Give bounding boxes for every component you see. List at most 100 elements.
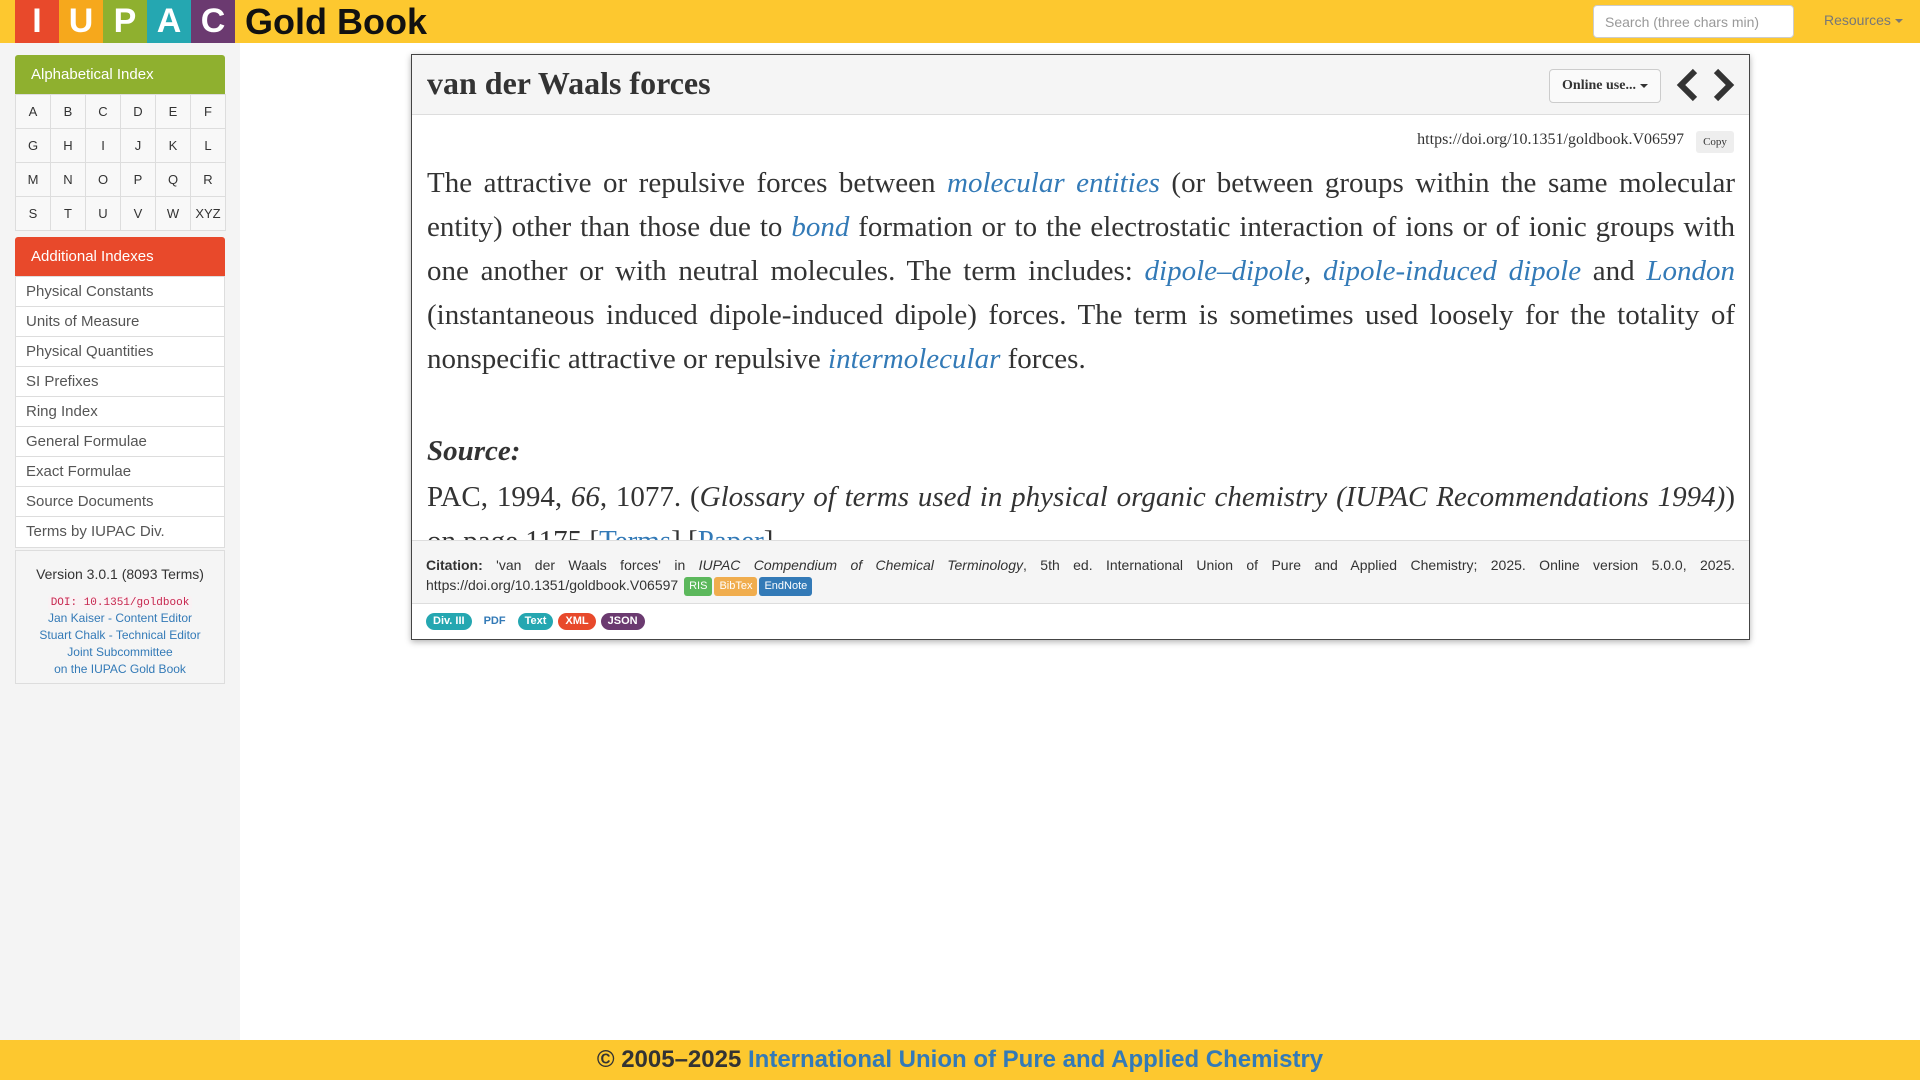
entry-header: van der Waals forces Online use... (412, 55, 1749, 115)
definition-part: , (1304, 255, 1323, 287)
endnote-button[interactable]: EndNote (759, 576, 813, 596)
citation-work: IUPAC Compendium of Chemical Terminology (698, 557, 1023, 573)
letter-button-h[interactable]: H (50, 128, 86, 163)
link-dipole-dipole[interactable]: dipole–dipole (1145, 255, 1304, 287)
index-link-physical-quantities[interactable]: Physical Quantities (16, 337, 224, 367)
logo-letter-a: A (147, 0, 191, 43)
index-link-source-documents[interactable]: Source Documents (16, 487, 224, 517)
subcommittee-link-line2[interactable]: on the IUPAC Gold Book (16, 661, 224, 678)
definition-text: The attractive or repulsive forces betwe… (427, 161, 1735, 381)
content-editor-link[interactable]: Jan Kaiser - Content Editor (16, 610, 224, 627)
search-input[interactable] (1593, 5, 1794, 38)
source-pages: , 1077. ( (599, 481, 700, 513)
letter-button-m[interactable]: M (15, 162, 51, 197)
citation-box: Citation: 'van der Waals forces' in IUPA… (412, 540, 1749, 604)
index-link-exact-formulae[interactable]: Exact Formulae (16, 457, 224, 487)
letter-button-n[interactable]: N (50, 162, 86, 197)
copy-doi-button[interactable]: Copy (1696, 131, 1734, 153)
entry-doi: https://doi.org/10.1351/goldbook.V06597 (1417, 131, 1684, 148)
index-link-physical-constants[interactable]: Physical Constants (16, 277, 224, 307)
version-title: Version 3.0.1 (8093 Terms) (36, 566, 204, 582)
link-molecular-entities[interactable]: molecular entities (947, 167, 1160, 199)
format-badges: Div. III PDF Text XML JSON (426, 613, 645, 630)
resources-label: Resources (1824, 12, 1891, 28)
citation-pre: 'van der Waals forces' in (482, 557, 699, 573)
online-use-dropdown[interactable]: Online use... (1549, 69, 1661, 103)
letter-button-w[interactable]: W (155, 196, 191, 231)
link-bond[interactable]: bond (791, 211, 849, 243)
logo-letter-c: C (191, 0, 235, 43)
source-document-title: Glossary of terms used in physical organ… (699, 481, 1726, 513)
letter-button-s[interactable]: S (15, 196, 51, 231)
letter-button-e[interactable]: E (155, 94, 191, 129)
entry-panel: van der Waals forces Online use... https… (411, 54, 1750, 640)
footer-copyright: © 2005–2025 (596, 1046, 748, 1073)
iupac-logo[interactable]: I U P A C (15, 0, 235, 43)
alphabetical-index-heading[interactable]: Alphabetical Index (15, 55, 225, 94)
definition-part: and (1581, 255, 1647, 287)
online-use-label: Online use... (1562, 78, 1636, 93)
letter-button-a[interactable]: A (15, 94, 51, 129)
link-intermolecular[interactable]: intermolecular (828, 343, 1000, 375)
caret-down-icon (1639, 84, 1648, 88)
badge-div-iii[interactable]: Div. III (426, 613, 472, 630)
subcommittee-link[interactable]: Joint Subcommittee (16, 644, 224, 661)
letter-button-g[interactable]: G (15, 128, 51, 163)
resources-dropdown[interactable]: Resources (1824, 0, 1903, 40)
letter-button-f[interactable]: F (190, 94, 226, 129)
letter-button-t[interactable]: T (50, 196, 86, 231)
link-london[interactable]: London (1646, 255, 1735, 287)
alphabet-row: ABCDEF (15, 94, 226, 129)
logo-letter-i: I (15, 0, 59, 43)
alphabet-row: GHIJKL (15, 128, 226, 163)
alphabet-grid: A B C D E F G H I J K L M N O P Q R S T U V W XYZ (15, 94, 226, 231)
chevron-right-icon[interactable] (1708, 65, 1738, 105)
logo-letter-p: P (103, 0, 147, 43)
letter-button-r[interactable]: R (190, 162, 226, 197)
letter-button-l[interactable]: L (190, 128, 226, 163)
source-volume: 66 (570, 481, 600, 513)
additional-indexes-list: Physical Constants Units of Measure Physic… (15, 276, 225, 548)
alphabet-row: MNOPQR (15, 162, 226, 197)
bibtex-button[interactable]: BibTex (714, 576, 758, 596)
badge-json[interactable]: JSON (600, 613, 645, 630)
iupac-link[interactable]: International Union of Pure and Applied … (748, 1046, 1323, 1073)
site-title[interactable]: Gold Book (245, 0, 427, 43)
letter-button-p[interactable]: P (120, 162, 156, 197)
version-info-box: Version 3.0.1 (8093 Terms) DOI: 10.1351/… (15, 550, 225, 684)
badge-text[interactable]: Text (517, 613, 554, 630)
badge-xml[interactable]: XML (558, 613, 596, 630)
letter-button-v[interactable]: V (120, 196, 156, 231)
source-heading: Source: (427, 435, 521, 467)
letter-button-b[interactable]: B (50, 94, 86, 129)
link-dipole-induced-dipole[interactable]: dipole-induced dipole (1323, 255, 1581, 287)
additional-indexes-heading[interactable]: Additional Indexes (15, 237, 225, 276)
letter-button-o[interactable]: O (85, 162, 121, 197)
index-link-units-of-measure[interactable]: Units of Measure (16, 307, 224, 337)
index-link-general-formulae[interactable]: General Formulae (16, 427, 224, 457)
letter-button-k[interactable]: K (155, 128, 191, 163)
letter-button-c[interactable]: C (85, 94, 121, 129)
badge-pdf[interactable]: PDF (476, 613, 513, 630)
technical-editor-link[interactable]: Stuart Chalk - Technical Editor (16, 627, 224, 644)
index-link-terms-by-iupac-div[interactable]: Terms by IUPAC Div. (16, 517, 224, 547)
letter-button-q[interactable]: Q (155, 162, 191, 197)
alphabet-row: S T U V W XYZ (15, 196, 226, 231)
letter-button-i[interactable]: I (85, 128, 121, 163)
chevron-left-icon[interactable] (1673, 65, 1703, 105)
index-link-si-prefixes[interactable]: SI Prefixes (16, 367, 224, 397)
index-link-ring-index[interactable]: Ring Index (16, 397, 224, 427)
letter-button-d[interactable]: D (120, 94, 156, 129)
letter-button-u[interactable]: U (85, 196, 121, 231)
letter-button-j[interactable]: J (120, 128, 156, 163)
term-title: van der Waals forces (427, 65, 711, 101)
logo-letter-u: U (59, 0, 103, 43)
ris-button[interactable]: RIS (684, 576, 713, 596)
definition-part: forces. (1000, 343, 1086, 375)
letter-button-xyz[interactable]: XYZ (190, 196, 226, 231)
goldbook-doi: DOI: 10.1351/goldbook (47, 596, 193, 610)
caret-down-icon (1894, 19, 1903, 24)
footer: © 2005–2025 International Union of Pure … (0, 1040, 1920, 1080)
top-navbar: I U P A C Gold Book Resources (0, 0, 1920, 43)
source-prefix: PAC, 1994, (427, 481, 571, 513)
